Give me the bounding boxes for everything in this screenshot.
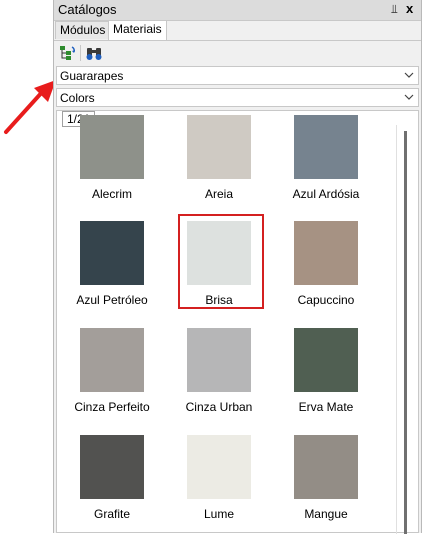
catalogs-panel: Catálogos ⫫ x Módulos Materiais Guararap… [53, 0, 422, 535]
tab-materiais[interactable]: Materiais [108, 20, 167, 40]
material-item-azul-petroleo[interactable]: Azul Petróleo [57, 221, 167, 321]
tab-strip: Módulos Materiais [54, 20, 421, 40]
panel-title: Catálogos [58, 2, 117, 17]
material-label: Azul Ardósia [292, 187, 360, 201]
chevron-down-icon [404, 72, 414, 78]
material-label: Lume [203, 507, 235, 521]
materials-grid: 1/21 Alecrim Areia Azul Ardósia Azul Pet… [56, 110, 419, 535]
scrollbar-thumb[interactable] [404, 131, 407, 534]
material-label: Areia [204, 187, 233, 201]
material-item-capuccino[interactable]: Capuccino [271, 221, 381, 321]
material-item-azul-ardosia[interactable]: Azul Ardósia [271, 115, 381, 215]
material-swatch [294, 328, 358, 392]
tab-modulos[interactable]: Módulos [55, 21, 111, 39]
chevron-down-icon [404, 94, 414, 100]
toolbar [54, 40, 421, 65]
material-swatch [294, 221, 358, 285]
material-item-areia[interactable]: Areia [164, 115, 274, 215]
selection-highlight [178, 214, 264, 309]
catalog-select-value: Guararapes [60, 69, 124, 83]
material-label: Capuccino [297, 293, 355, 307]
material-swatch [187, 115, 251, 179]
material-swatch [294, 115, 358, 179]
material-label: Alecrim [91, 187, 132, 201]
material-label: Grafite [93, 507, 130, 521]
material-label: Mangue [304, 507, 348, 521]
material-label: Erva Mate [298, 400, 354, 414]
catalog-select[interactable]: Guararapes [56, 66, 419, 85]
material-swatch [187, 435, 251, 499]
panel-titlebar: Catálogos ⫫ x [54, 0, 421, 21]
material-item-alecrim[interactable]: Alecrim [57, 115, 167, 215]
binoculars-icon[interactable] [85, 44, 103, 62]
material-swatch [80, 221, 144, 285]
material-item-grafite[interactable]: Grafite [57, 435, 167, 535]
tree-sync-icon[interactable] [58, 44, 76, 62]
material-label: Azul Petróleo [76, 293, 148, 307]
material-swatch [294, 435, 358, 499]
vertical-scrollbar[interactable] [396, 125, 412, 534]
material-item-mangue[interactable]: Mangue [271, 435, 381, 535]
material-item-cinza-urban[interactable]: Cinza Urban [164, 328, 274, 428]
material-item-lume[interactable]: Lume [164, 435, 274, 535]
category-select-value: Colors [60, 91, 95, 105]
category-select[interactable]: Colors [56, 88, 419, 107]
pin-icon[interactable]: ⫫ [391, 2, 398, 17]
material-label: Cinza Urban [185, 400, 253, 414]
material-item-cinza-perfeito[interactable]: Cinza Perfeito [57, 328, 167, 428]
close-icon[interactable]: x [406, 1, 413, 16]
toolbar-separator [80, 45, 81, 61]
material-swatch [80, 115, 144, 179]
material-swatch [80, 435, 144, 499]
material-swatch [187, 328, 251, 392]
material-item-erva-mate[interactable]: Erva Mate [271, 328, 381, 428]
material-label: Cinza Perfeito [74, 400, 150, 414]
material-swatch [80, 328, 144, 392]
